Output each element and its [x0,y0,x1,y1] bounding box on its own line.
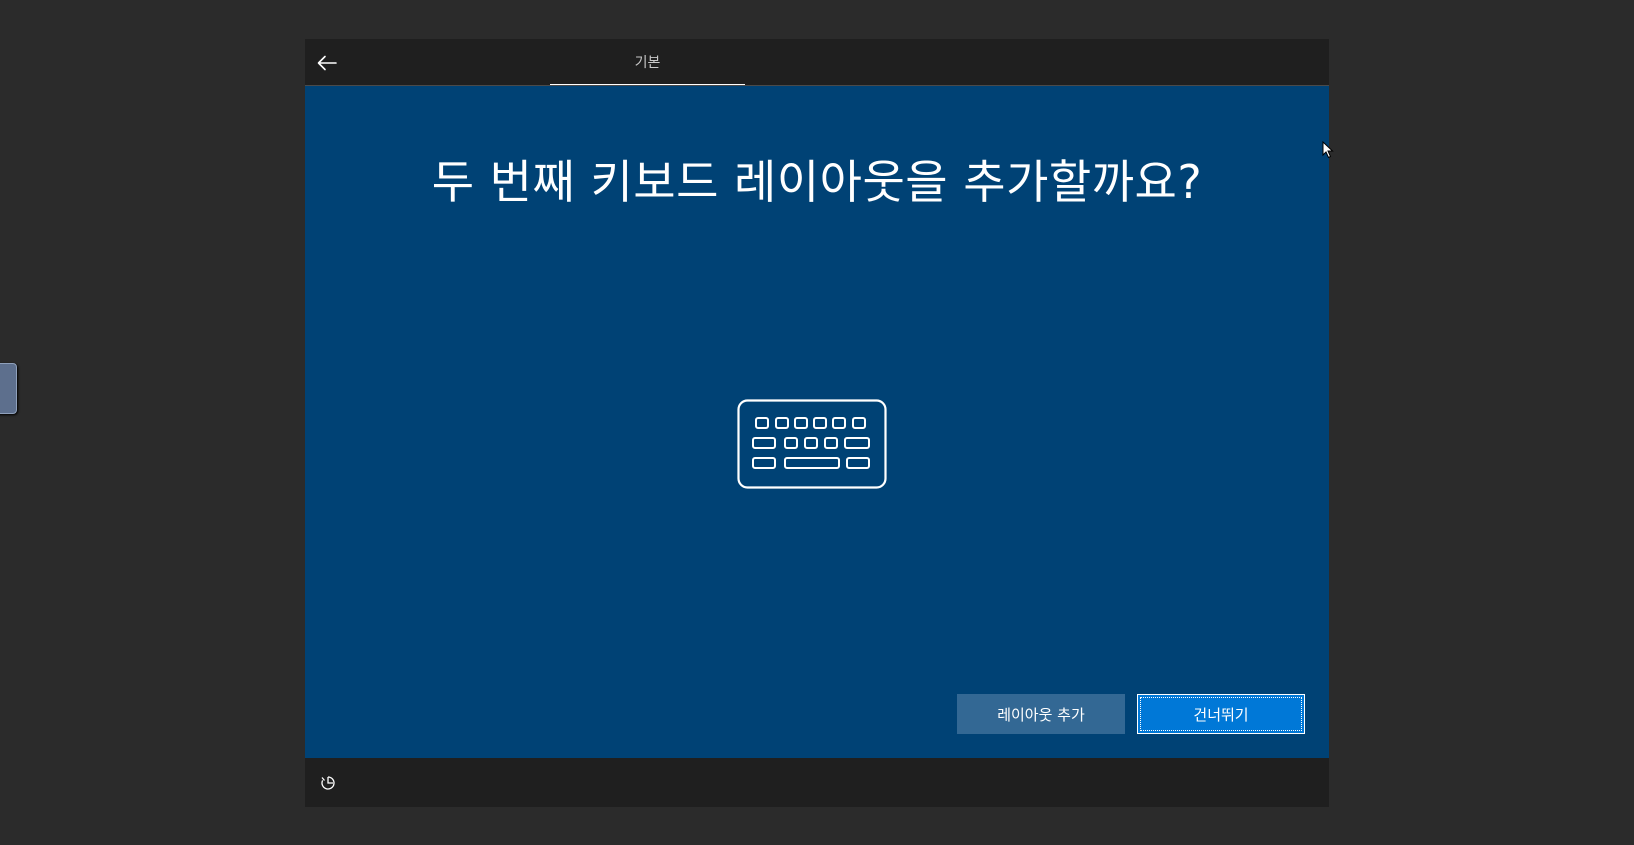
ease-of-access-icon [321,776,335,790]
bottom-bar [305,758,1329,807]
ease-of-access-button[interactable] [315,770,341,796]
keyboard-icon [737,399,887,489]
tab-basic[interactable]: 기본 [550,39,745,86]
desktop: 기본 두 번째 키보드 레이아웃을 추가할까요? 레이아웃 추가 건너뛰기 [0,0,1634,845]
add-layout-button[interactable]: 레이아웃 추가 [957,694,1125,734]
setup-window: 기본 두 번째 키보드 레이아웃을 추가할까요? 레이아웃 추가 건너뛰기 [305,39,1329,807]
page-title: 두 번째 키보드 레이아웃을 추가할까요? [431,155,1203,209]
top-bar: 기본 [305,39,1329,86]
back-button[interactable] [311,47,343,79]
back-arrow-icon [317,55,337,71]
mouse-pointer-icon [1322,141,1334,159]
side-panel-tab[interactable] [0,363,17,414]
tab-basic-label: 기본 [634,54,661,71]
content-area: 두 번째 키보드 레이아웃을 추가할까요? 레이아웃 추가 건너뛰기 [305,86,1329,758]
skip-button[interactable]: 건너뛰기 [1137,694,1305,734]
